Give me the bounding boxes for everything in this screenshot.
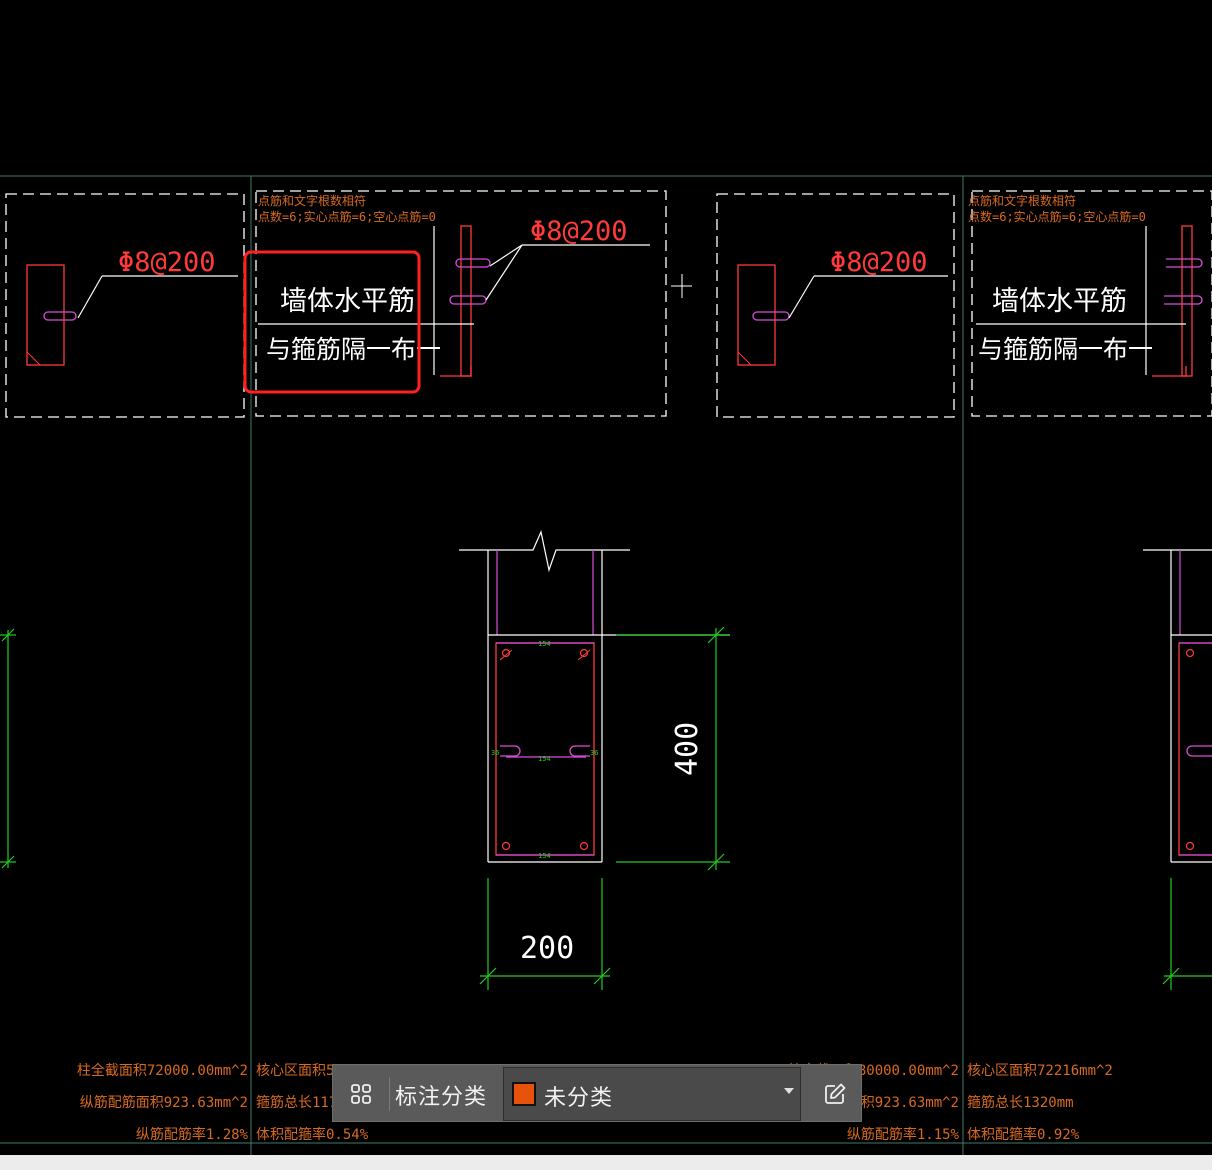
column-section-right-partial — [1143, 549, 1212, 990]
spec-label-left: Φ8@200 — [118, 247, 216, 278]
header-line2-center: 点数=6;实心点筋=6;空心点筋=0 — [258, 209, 436, 224]
stat-col3-line3: 纵筋配筋率1.15% — [847, 1126, 960, 1143]
dim-height-value: 400 — [670, 722, 705, 776]
dimension-left-partial — [0, 628, 16, 869]
crosshair-cursor-icon — [671, 274, 692, 298]
stirrup-label-1: 154 — [538, 640, 551, 648]
stat-col1-line2: 纵筋配筋面积923.63mm^2 — [80, 1094, 248, 1111]
detail-right: Φ8@200 — [737, 247, 948, 366]
sheet-borders — [0, 175, 1212, 1155]
category-color-swatch — [512, 1082, 536, 1106]
grid-icon[interactable] — [341, 1074, 381, 1114]
stat-col4-line1: 核心区面积72216mm^2 — [967, 1063, 1113, 1079]
note-line2-center: 与箍筋隔一布一 — [266, 335, 441, 364]
side-label-1: 36 — [491, 749, 499, 757]
category-select-value: 未分类 — [544, 1086, 614, 1111]
status-bar — [0, 1155, 1212, 1170]
selection-highlight — [243, 250, 421, 394]
detail-far-right: 点筋和文字根数相符 点数=6;实心点筋=6;空心点筋=0 墙体水平筋 与箍筋隔一… — [968, 193, 1203, 377]
stat-col2-line3: 体积配箍率0.54% — [256, 1126, 369, 1143]
dimension-width: 200 — [479, 878, 611, 990]
header-line2-far-right: 点数=6;实心点筋=6;空心点筋=0 — [968, 209, 1146, 224]
annotation-toolbar: 标注分类 未分类 — [332, 1064, 862, 1122]
header-line1-far-right: 点筋和文字根数相符 — [968, 193, 1076, 208]
category-select[interactable]: 未分类 — [503, 1067, 801, 1121]
edit-icon[interactable] — [815, 1074, 855, 1114]
column-section: 154 154 154 36 36 — [459, 530, 730, 863]
dimension-height: 400 — [616, 626, 730, 871]
stirrup-label-2: 154 — [538, 755, 551, 763]
stat-col1-line1: 柱全截面积72000.00mm^2 — [77, 1062, 248, 1079]
note-line1-far-right: 墙体水平筋 — [992, 286, 1127, 317]
spec-label-right: Φ8@200 — [830, 247, 928, 278]
side-label-2: 36 — [590, 749, 598, 757]
detail-left: Φ8@200 — [26, 247, 238, 366]
dim-width-value: 200 — [520, 931, 574, 966]
cad-canvas[interactable]: Φ8@200 点筋和文字根数相符 点数=6;实心点筋=6;空心点筋=0 Φ8@2… — [0, 0, 1212, 1170]
annotation-category-label: 标注分类 — [395, 1085, 488, 1110]
chevron-down-icon — [784, 1088, 794, 1094]
note-line2-far-right: 与箍筋隔一布一 — [978, 335, 1153, 364]
stat-col4-line2: 箍筋总长1320mm — [967, 1094, 1074, 1111]
toolbar-divider — [389, 1077, 390, 1111]
note-line1-center: 墙体水平筋 — [280, 286, 415, 317]
detail-center: 点筋和文字根数相符 点数=6;实心点筋=6;空心点筋=0 Φ8@200 墙体水平… — [243, 193, 650, 394]
spec-label-center: Φ8@200 — [530, 216, 628, 247]
stat-col1-line3: 纵筋配筋率1.28% — [136, 1126, 249, 1143]
stirrup-label-3: 154 — [538, 852, 551, 860]
stat-col4-line3: 体积配箍率0.92% — [967, 1126, 1080, 1143]
header-line1-center: 点筋和文字根数相符 — [258, 193, 366, 208]
